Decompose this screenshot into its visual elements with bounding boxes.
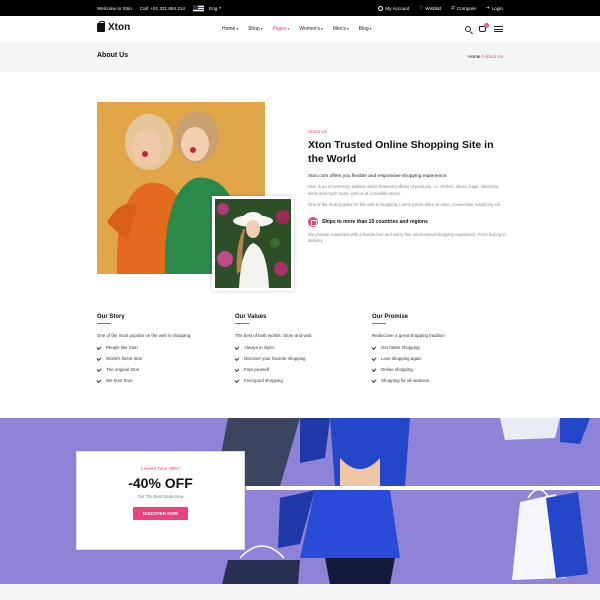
nav-item-mens[interactable]: Men's: [333, 26, 349, 32]
header-icons: 0: [465, 16, 503, 42]
cart-count-badge: 0: [484, 23, 489, 28]
call-text[interactable]: Call: +01 321 654 214: [140, 6, 185, 11]
breadcrumb: Home / About Us: [468, 54, 503, 59]
nav-item-blog[interactable]: Blog: [359, 26, 372, 32]
brand-name: Xton: [108, 22, 131, 33]
our-promise-column: Our Promise Rediscover a great shopping …: [371, 314, 492, 389]
about-content: About Us Xton Trusted Online Shopping Si…: [308, 129, 508, 245]
list-item: Discover your favorite shopping: [234, 355, 355, 361]
check-icon: [234, 344, 240, 350]
our-story-column: Our Story One of the most popular on the…: [96, 314, 217, 389]
nav-item-pages[interactable]: Pages: [273, 26, 290, 32]
wishlist-label: Wishlist: [425, 5, 442, 11]
list-item: People like Xton: [96, 344, 217, 350]
main-nav: Home Shop Pages Women's Men's Blog: [222, 16, 371, 42]
breadcrumb-current: About Us: [484, 54, 503, 59]
heart-icon: ♡: [419, 5, 424, 10]
list-item: World's finest Xton: [96, 355, 217, 361]
welcome-text: Welcome to Xton: [97, 5, 132, 11]
compare-icon: ⇄: [451, 5, 455, 10]
about-paragraph-2: One of the most popular on the web is sh…: [308, 202, 502, 207]
wishlist-link[interactable]: ♡ Wishlist: [419, 5, 441, 11]
check-icon: [371, 366, 377, 372]
check-icon: [371, 344, 377, 350]
promo-label: Limited Time Offer!: [141, 466, 180, 471]
woman-hat-photo: [215, 199, 291, 288]
our-values-column: Our Values The best of both worlds. Stor…: [234, 314, 355, 389]
our-promise-sub: Rediscover a great shopping tradition: [372, 333, 445, 338]
nav-item-shop[interactable]: Shop: [248, 26, 262, 32]
check-icon: [96, 377, 102, 383]
check-icon: [96, 355, 102, 361]
login-icon: ⇥: [485, 5, 490, 10]
our-values-list: Always in style! Discover your favorite …: [234, 344, 355, 383]
login-link[interactable]: ⇥ Login: [486, 5, 503, 11]
chevron-down-icon: ▾: [219, 6, 221, 10]
shipping-icon: [308, 216, 318, 227]
about-lead: Xton.com offers you flexible and respons…: [308, 174, 448, 179]
check-icon: [371, 355, 377, 361]
our-promise-title: Our Promise: [372, 314, 492, 324]
language-label: Eng: [209, 5, 218, 11]
about-tag: About Us: [308, 129, 327, 134]
top-bar-left: Welcome to Xton Call: +01 321 654 214 En…: [97, 0, 221, 16]
hamburger-menu-icon[interactable]: [494, 26, 503, 32]
about-paragraph-3: We provide customers with a hassle-free …: [308, 231, 506, 244]
list-item: Always in style!: [234, 344, 355, 350]
our-values-title: Our Values: [235, 314, 355, 324]
main-header: Xton Home Shop Pages Women's Men's Blog …: [0, 16, 600, 42]
brand-logo[interactable]: Xton: [97, 21, 131, 33]
shopping-bag-icon: [97, 21, 105, 32]
list-item: Love shopping again: [371, 355, 492, 361]
language-selector[interactable]: Eng ▾: [193, 4, 221, 12]
shipping-info: Ships to more than 10 countries and regi…: [308, 216, 508, 227]
list-item: Shopping for all seasons: [371, 377, 492, 383]
check-icon: [234, 355, 240, 361]
about-heading: Xton Trusted Online Shopping Site in the…: [308, 139, 494, 165]
check-icon: [371, 377, 377, 383]
search-icon[interactable]: [465, 26, 471, 32]
user-icon: [378, 5, 384, 11]
our-promise-list: Get better shopping Love shopping again …: [371, 344, 492, 383]
my-account-label: My Account: [385, 5, 410, 11]
discover-now-button[interactable]: DISCOVER NOW: [133, 507, 188, 520]
list-item: We trust Xton: [96, 377, 217, 383]
us-flag-icon: [193, 4, 204, 12]
our-story-list: People like Xton World's finest Xton The…: [96, 344, 217, 383]
top-bar-right: My Account ♡ Wishlist ⇄ Compare ⇥ Login: [378, 0, 503, 16]
page-title: About Us: [97, 52, 129, 59]
list-item: Online shopping.: [371, 366, 492, 372]
nav-item-home[interactable]: Home: [222, 26, 238, 32]
footer-strip: [0, 584, 600, 600]
check-icon: [234, 377, 240, 383]
page-title-band: About Us Home / About Us: [0, 42, 600, 72]
about-secondary-image: [212, 196, 294, 291]
check-icon: [234, 366, 240, 372]
compare-label: Compare: [456, 5, 476, 11]
list-item: Get better shopping: [371, 344, 492, 350]
check-icon: [96, 366, 102, 372]
cart-icon[interactable]: 0: [479, 23, 489, 32]
list-item: Feel-good shopping: [234, 377, 355, 383]
promo-subtitle: Get The Best Deals Now: [137, 494, 184, 499]
list-item: The original Xton: [96, 366, 217, 372]
top-bar: Welcome to Xton Call: +01 321 654 214 En…: [0, 0, 600, 16]
our-values-sub: The best of both worlds. Store and web.: [235, 333, 313, 338]
list-item: Find yourself: [234, 366, 355, 372]
compare-link[interactable]: ⇄ Compare: [451, 5, 476, 11]
our-story-sub: One of the most popular on the web is sh…: [97, 333, 192, 338]
shipping-text: Ships to more than 10 countries and regi…: [322, 218, 428, 225]
nav-item-womens[interactable]: Women's: [299, 26, 322, 32]
breadcrumb-separator: /: [481, 54, 484, 59]
login-label: Login: [491, 5, 503, 11]
promo-offer-card: Limited Time Offer! -40% OFF Get The Bes…: [76, 451, 245, 550]
our-story-title: Our Story: [97, 314, 217, 324]
my-account-link[interactable]: My Account: [378, 5, 410, 11]
promo-discount: -40% OFF: [128, 475, 193, 491]
breadcrumb-home[interactable]: Home: [468, 54, 480, 59]
about-paragraph-1: Xton is an eCommerce website which featu…: [308, 184, 499, 196]
check-icon: [96, 344, 102, 350]
